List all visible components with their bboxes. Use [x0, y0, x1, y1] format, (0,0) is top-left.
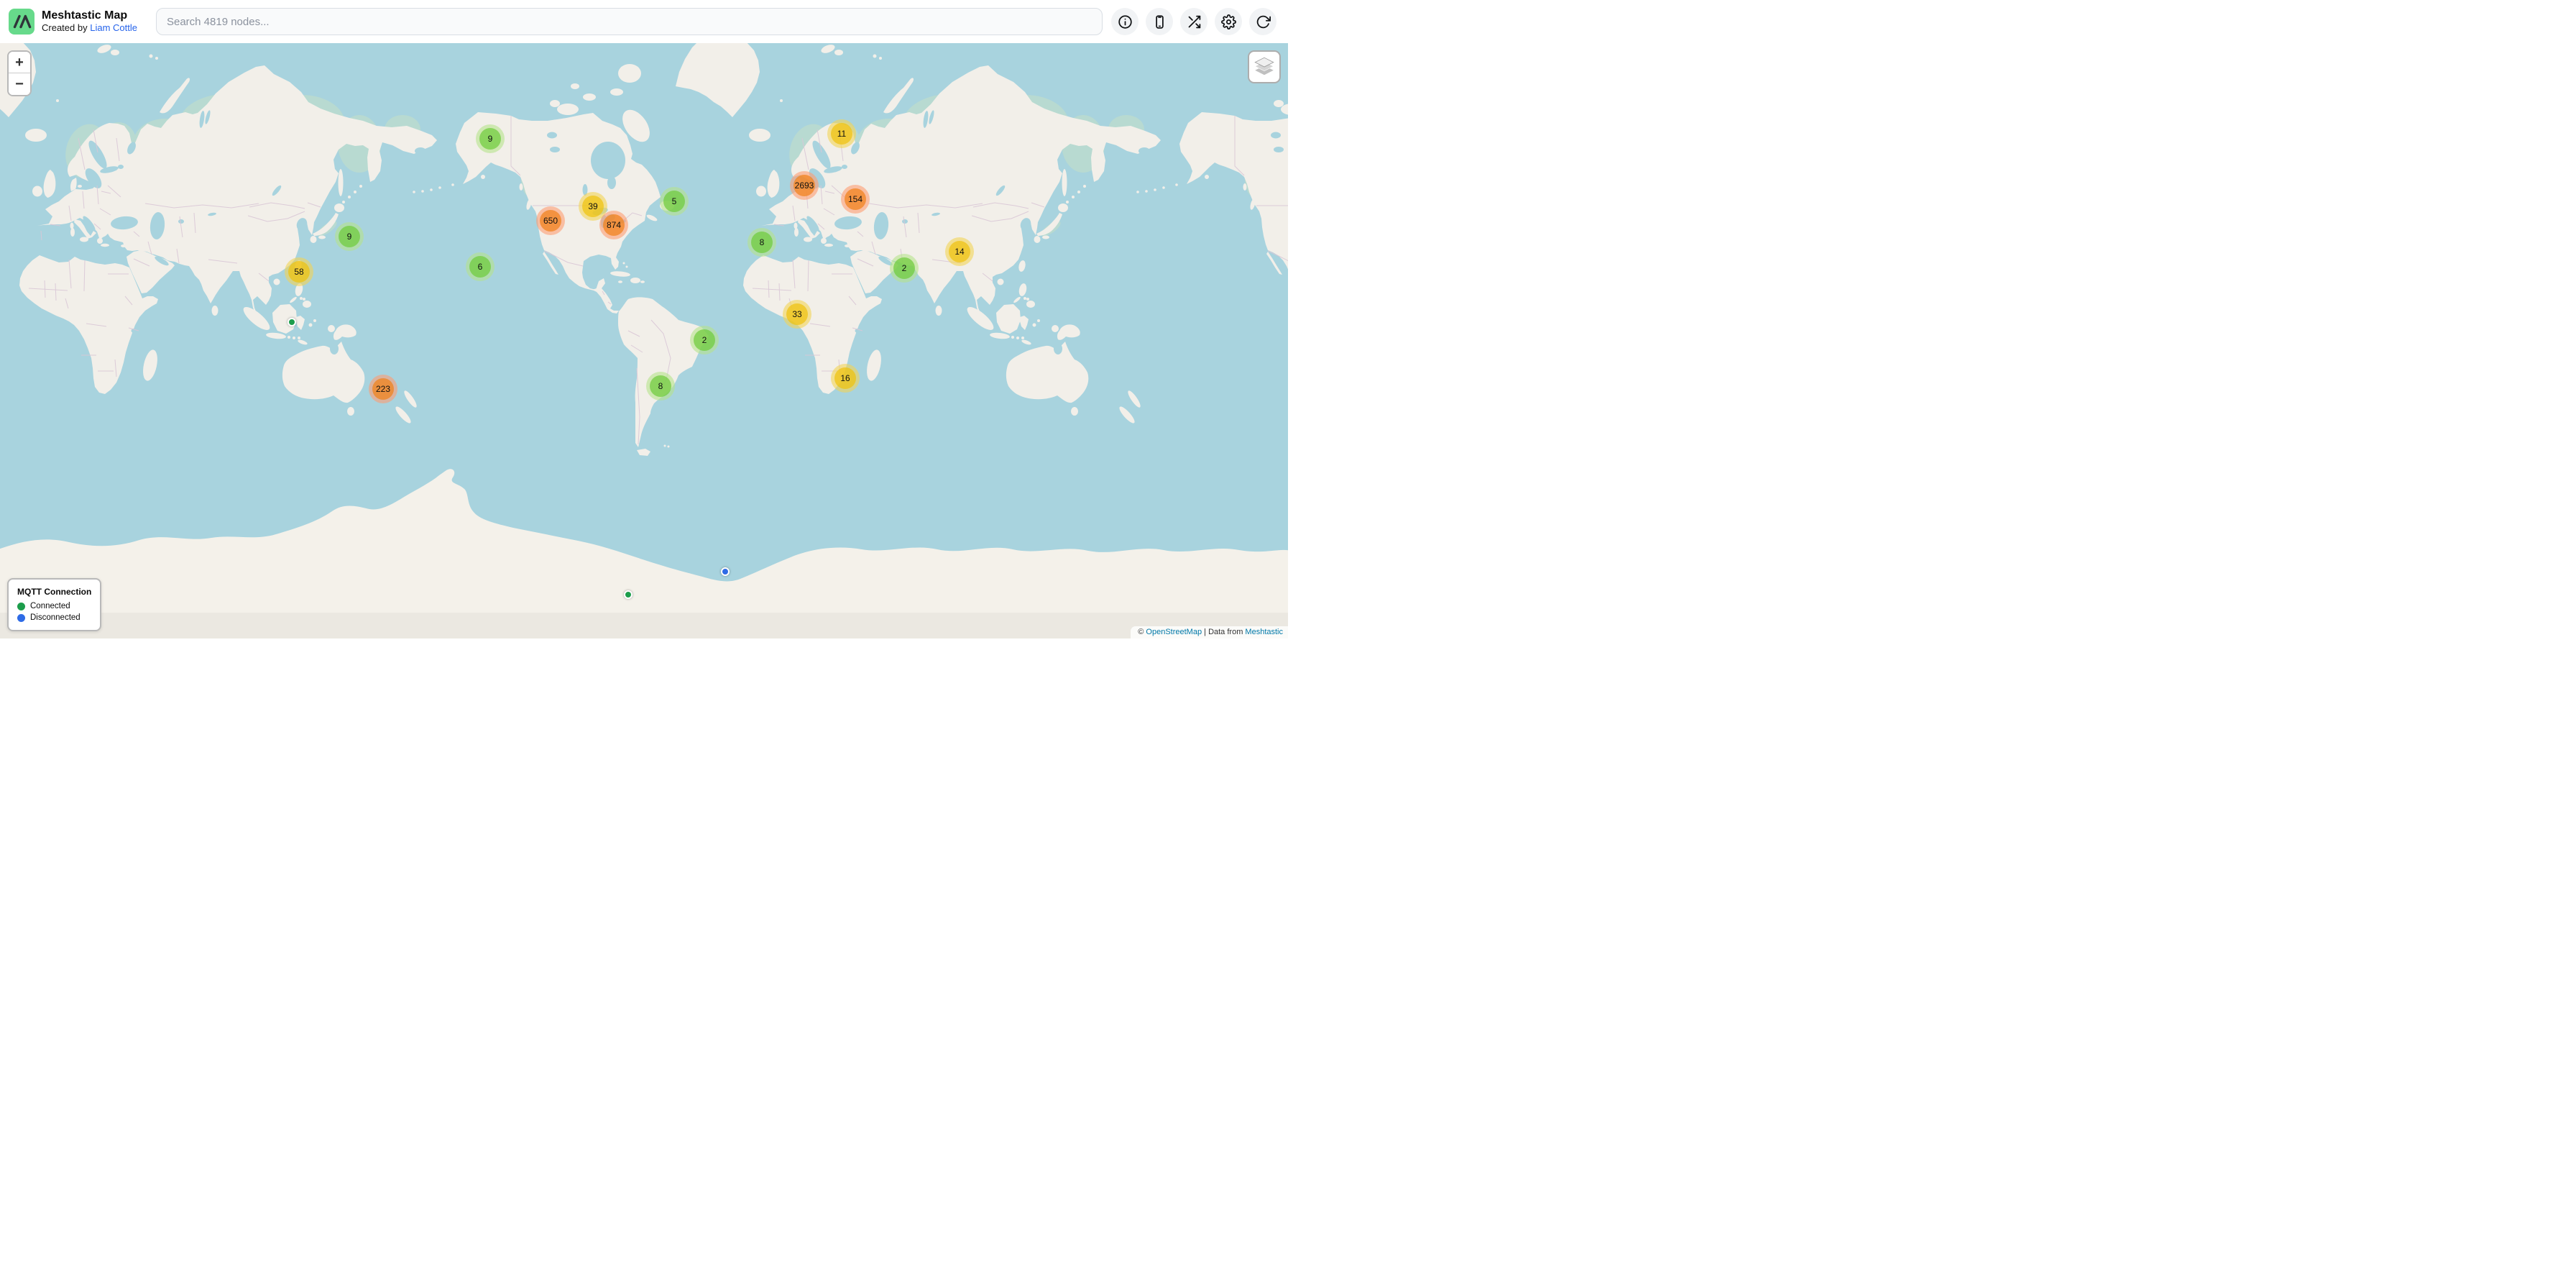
meshtastic-link[interactable]: Meshtastic [1245, 628, 1283, 636]
cluster-marker[interactable]: 16 [831, 364, 860, 393]
cluster-count: 8 [650, 375, 671, 397]
app-header: Meshtastic Map Created by Liam Cottle [0, 0, 1288, 43]
title-block: Meshtastic Map Created by Liam Cottle [42, 9, 137, 33]
cluster-marker[interactable]: 223 [369, 375, 397, 403]
cluster-count: 58 [288, 261, 310, 283]
cluster-marker[interactable]: 8 [748, 228, 776, 257]
search-input[interactable] [156, 8, 1103, 35]
cluster-marker[interactable]: 58 [285, 257, 313, 286]
zoom-out-button[interactable]: − [9, 73, 30, 95]
openstreetmap-link[interactable]: OpenStreetMap [1146, 628, 1202, 636]
basemap-tiles [0, 43, 1288, 638]
info-icon [1118, 14, 1133, 29]
settings-button[interactable] [1215, 8, 1242, 35]
cluster-marker[interactable]: 874 [599, 211, 628, 239]
device-icon [1152, 14, 1167, 29]
cluster-count: 6 [469, 256, 491, 278]
cluster-count: 11 [831, 123, 852, 145]
cluster-count: 2 [694, 329, 715, 351]
info-button[interactable] [1111, 8, 1138, 35]
cluster-count: 874 [603, 214, 625, 236]
search-wrap [156, 8, 1103, 35]
cluster-marker[interactable]: 650 [536, 206, 565, 235]
cluster-count: 9 [339, 226, 360, 247]
page-subtitle: Created by Liam Cottle [42, 23, 137, 34]
map-attribution: © OpenStreetMap | Data from Meshtastic [1131, 626, 1288, 638]
page-title: Meshtastic Map [42, 9, 137, 22]
cluster-marker[interactable]: 6 [466, 252, 494, 281]
cluster-count: 9 [479, 128, 501, 150]
layers-control[interactable] [1248, 50, 1281, 83]
zoom-in-button[interactable]: + [9, 52, 30, 73]
attribution-separator: | [1204, 628, 1206, 636]
cluster-count: 8 [751, 232, 773, 253]
cluster-count: 33 [786, 303, 808, 325]
cluster-marker[interactable]: 8 [646, 372, 675, 401]
cluster-marker[interactable]: 2 [690, 326, 719, 354]
legend-title: MQTT Connection [17, 587, 91, 597]
meshtastic-logo-icon [9, 9, 34, 35]
cluster-count: 154 [845, 188, 866, 210]
cluster-marker[interactable]: 154 [841, 185, 870, 214]
cluster-count: 5 [663, 191, 685, 212]
cluster-count: 223 [372, 378, 394, 400]
legend-label: Connected [30, 602, 70, 610]
cluster-marker[interactable]: 11 [827, 119, 856, 148]
gear-icon [1221, 14, 1236, 29]
node-marker-connected[interactable] [624, 590, 632, 599]
cluster-marker[interactable]: 2 [890, 254, 919, 283]
cluster-marker[interactable]: 9 [335, 222, 364, 251]
cluster-marker[interactable]: 33 [783, 300, 811, 329]
cluster-marker[interactable]: 2693 [790, 171, 819, 200]
cluster-count: 2 [893, 257, 915, 279]
refresh-icon [1256, 14, 1271, 29]
disconnected-dot-icon [17, 614, 25, 622]
cluster-count: 14 [949, 241, 970, 262]
shuffle-button[interactable] [1180, 8, 1208, 35]
copyright-symbol: © [1138, 628, 1144, 636]
cluster-marker[interactable]: 9 [476, 124, 505, 153]
cluster-count: 16 [834, 367, 856, 389]
header-buttons [1111, 8, 1276, 35]
world-map[interactable]: 911269315439650874589214586332168223 + −… [0, 43, 1288, 638]
layers-icon [1253, 56, 1276, 78]
shuffle-icon [1187, 14, 1202, 29]
subtitle-prefix: Created by [42, 22, 88, 33]
legend-item-disconnected: Disconnected [17, 613, 91, 622]
cluster-count: 650 [540, 210, 561, 232]
author-link[interactable]: Liam Cottle [90, 22, 137, 33]
cluster-count: 39 [582, 196, 604, 217]
legend-item-connected: Connected [17, 602, 91, 610]
device-button[interactable] [1146, 8, 1173, 35]
cluster-marker[interactable]: 5 [660, 187, 689, 216]
data-from-label: Data from [1208, 628, 1243, 636]
cluster-marker[interactable]: 14 [945, 237, 974, 266]
connected-dot-icon [17, 603, 25, 610]
mqtt-legend: MQTT Connection Connected Disconnected [7, 578, 101, 631]
legend-label: Disconnected [30, 613, 80, 622]
node-marker-disconnected[interactable] [721, 567, 730, 576]
cluster-count: 2693 [794, 175, 815, 196]
zoom-control: + − [7, 50, 32, 96]
refresh-button[interactable] [1249, 8, 1276, 35]
node-marker-connected[interactable] [288, 318, 296, 326]
